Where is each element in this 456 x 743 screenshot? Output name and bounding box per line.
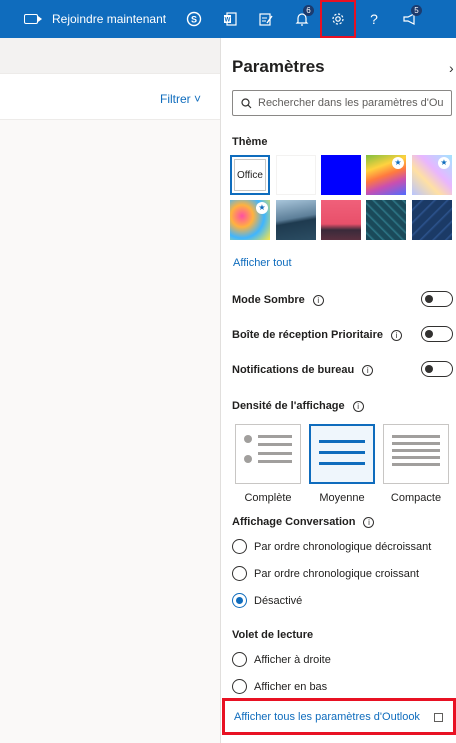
- reading-pane-bottom-option[interactable]: Afficher en bas: [232, 679, 327, 694]
- theme-circuit[interactable]: [366, 200, 406, 240]
- gear-icon: [332, 13, 344, 25]
- theme-blue[interactable]: [321, 155, 361, 195]
- radio-button[interactable]: [232, 679, 247, 694]
- filter-button[interactable]: Filtrer ˅: [160, 92, 201, 106]
- notifications-button[interactable]: 6: [284, 0, 320, 38]
- reading-pane-option-label: Afficher à droite: [254, 653, 331, 666]
- feedback-badge: 5: [411, 5, 422, 16]
- theme-white[interactable]: [276, 155, 316, 195]
- info-icon[interactable]: i: [362, 364, 374, 376]
- word-icon: W: [224, 12, 237, 26]
- radio-button[interactable]: [232, 539, 247, 554]
- conversation-heading: Affichage Conversation: [232, 516, 356, 528]
- settings-title: Paramètres: [232, 57, 325, 76]
- density-heading: Densité de l'affichage: [232, 400, 345, 412]
- dark-mode-row: Mode Sombre i: [232, 291, 454, 309]
- focused-inbox-label: Boîte de réception Prioritaire: [232, 329, 383, 341]
- star-icon: ★: [392, 157, 404, 169]
- edit-note-icon: [259, 13, 273, 26]
- info-icon[interactable]: i: [312, 294, 324, 306]
- help-icon: ?: [370, 11, 378, 27]
- collapse-chevron-icon[interactable]: ›: [449, 60, 454, 76]
- star-icon: ★: [438, 157, 450, 169]
- search-icon: [241, 97, 252, 108]
- theme-heading: Thème: [232, 136, 268, 148]
- office-apps-button[interactable]: W: [212, 0, 248, 38]
- settings-panel: Paramètres › Rechercher dans les paramèt…: [221, 38, 456, 743]
- filter-label: Filtrer: [160, 92, 191, 106]
- svg-text:W: W: [225, 18, 231, 24]
- desktop-notifications-row: Notifications de bureau i: [232, 361, 454, 379]
- show-all-themes-link[interactable]: Afficher tout: [233, 257, 292, 269]
- skype-button[interactable]: S: [176, 0, 212, 38]
- conversation-newest-first-option[interactable]: Par ordre chronologique décroissant: [232, 539, 431, 554]
- density-full-option[interactable]: [235, 424, 301, 484]
- chevron-down-icon: ˅: [194, 92, 202, 106]
- settings-search-input[interactable]: Rechercher dans les paramètres d'Ou: [232, 90, 452, 116]
- info-icon[interactable]: i: [390, 329, 402, 341]
- theme-colorful[interactable]: ★: [230, 200, 270, 240]
- theme-office-label: Office: [237, 169, 263, 181]
- reading-pane-right-option[interactable]: Afficher à droite: [232, 652, 331, 667]
- theme-sunset[interactable]: [321, 200, 361, 240]
- my-day-button[interactable]: [248, 0, 284, 38]
- view-all-settings-label: Afficher tous les paramètres d'Outlook: [234, 710, 420, 723]
- conversation-off-option[interactable]: Désactivé: [232, 593, 302, 608]
- density-options: Complète Moyenne Compacte: [235, 424, 453, 506]
- theme-rainbow[interactable]: ★: [366, 155, 406, 195]
- density-compact-label: Compacte: [390, 492, 442, 504]
- density-heading-row: Densité de l'affichage i: [232, 397, 454, 415]
- search-placeholder: Rechercher dans les paramètres d'Ou: [258, 97, 444, 109]
- reading-pane-heading: Volet de lecture: [232, 629, 314, 641]
- open-external-icon: [434, 713, 443, 722]
- dark-mode-label: Mode Sombre: [232, 294, 305, 306]
- help-button[interactable]: ?: [356, 0, 392, 38]
- conversation-oldest-first-option[interactable]: Par ordre chronologique croissant: [232, 566, 419, 581]
- reading-pane-option-label: Afficher en bas: [254, 680, 328, 693]
- conversation-heading-row: Affichage Conversation i: [232, 513, 454, 531]
- conversation-option-label: Désactivé: [254, 594, 303, 607]
- focused-inbox-toggle[interactable]: [421, 326, 453, 342]
- top-bar: Rejoindre maintenant S W 6 ? 5: [0, 0, 456, 38]
- radio-button[interactable]: [232, 566, 247, 581]
- density-full-label: Complète: [244, 492, 292, 504]
- skype-icon: S: [186, 11, 202, 27]
- radio-button[interactable]: [232, 652, 247, 667]
- video-camera-icon: [24, 14, 42, 24]
- info-icon[interactable]: i: [363, 516, 375, 528]
- star-icon: ★: [256, 202, 268, 214]
- theme-office[interactable]: Office: [230, 155, 270, 195]
- theme-navy[interactable]: [412, 200, 452, 240]
- density-medium-label: Moyenne: [319, 492, 365, 504]
- conversation-option-label: Par ordre chronologique croissant: [254, 567, 420, 580]
- mail-command-bar: [0, 38, 220, 74]
- svg-text:S: S: [191, 15, 197, 25]
- conversation-option-label: Par ordre chronologique décroissant: [254, 540, 432, 553]
- mail-list: [0, 120, 220, 743]
- view-all-outlook-settings-link[interactable]: Afficher tous les paramètres d'Outlook: [222, 698, 456, 735]
- density-medium-option[interactable]: [309, 424, 375, 484]
- notifications-badge: 6: [303, 5, 314, 16]
- desktop-notifications-label: Notifications de bureau: [232, 364, 355, 376]
- meet-now-button[interactable]: Rejoindre maintenant: [0, 0, 176, 38]
- theme-pastel[interactable]: ★: [412, 155, 452, 195]
- theme-mountain[interactable]: [276, 200, 316, 240]
- info-icon[interactable]: i: [352, 400, 364, 412]
- dark-mode-toggle[interactable]: [421, 291, 453, 307]
- radio-button-selected[interactable]: [232, 593, 247, 608]
- density-compact-option[interactable]: [383, 424, 449, 484]
- focused-inbox-row: Boîte de réception Prioritaire i: [232, 326, 454, 344]
- settings-button[interactable]: [320, 0, 356, 38]
- meet-now-label: Rejoindre maintenant: [52, 12, 167, 26]
- desktop-notifications-toggle[interactable]: [421, 361, 453, 377]
- feedback-button[interactable]: 5: [392, 0, 428, 38]
